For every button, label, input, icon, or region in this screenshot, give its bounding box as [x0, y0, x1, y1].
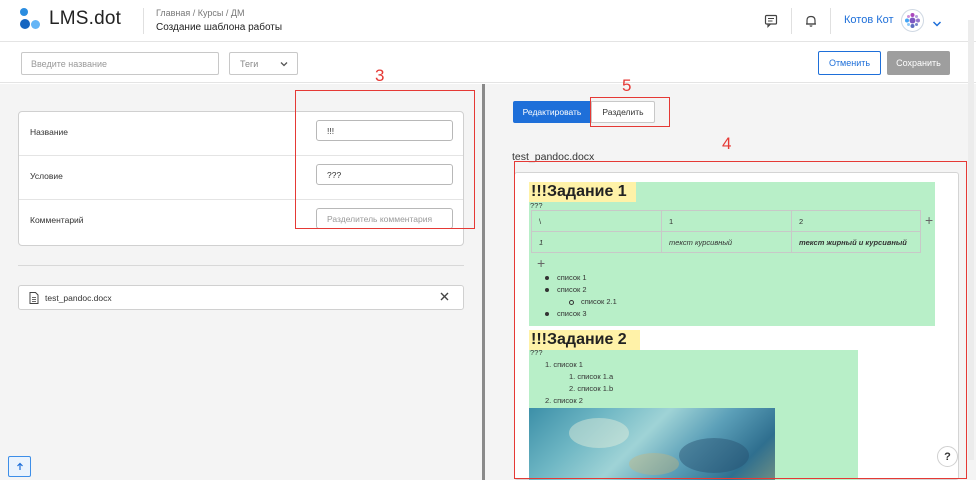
logo-text: LMS.dot — [49, 8, 122, 29]
page-title: Создание шаблона работы — [156, 22, 283, 33]
annotation-label-4: 4 — [722, 134, 732, 153]
remove-file-button[interactable] — [440, 290, 449, 304]
annotation-label-5: 5 — [622, 76, 632, 95]
header-separator — [830, 8, 831, 34]
top-header: LMS.dot Главная / Курсы / ДМ Создание ша… — [0, 0, 976, 42]
bell-icon — [806, 15, 816, 27]
app-logo[interactable]: LMS.dot — [20, 8, 121, 30]
page-scrollbar[interactable] — [968, 20, 974, 460]
comment-button[interactable] — [759, 9, 783, 33]
close-icon — [440, 292, 449, 301]
logo-icon — [20, 8, 42, 30]
header-separator — [791, 8, 792, 34]
annotation-box-3 — [295, 90, 475, 229]
file-icon — [29, 292, 39, 304]
message-square-icon — [764, 14, 778, 28]
breadcrumb[interactable]: Главная / Курсы / ДМ — [156, 8, 244, 18]
notifications-button[interactable] — [799, 9, 823, 33]
chevron-down-icon — [932, 21, 942, 27]
user-name[interactable]: Котов Кот — [844, 14, 894, 26]
annotation-box-4 — [514, 161, 967, 479]
field-label-condition: Условие — [30, 171, 63, 181]
avatar[interactable] — [901, 9, 924, 32]
edit-mode-button[interactable]: Редактировать — [513, 101, 591, 123]
scroll-top-button[interactable] — [8, 456, 31, 477]
annotation-box-5 — [590, 97, 670, 127]
file-name: test_pandoc.docx — [45, 293, 112, 303]
page: LMS.dot Главная / Курсы / ДМ Создание ша… — [0, 0, 976, 480]
save-button[interactable]: Сохранить — [887, 51, 950, 75]
tags-select[interactable]: Теги — [229, 52, 298, 75]
divider — [18, 265, 464, 266]
tags-select-label: Теги — [240, 58, 259, 69]
annotation-label-3: 3 — [375, 66, 385, 85]
template-name-input[interactable] — [21, 52, 219, 75]
header-divider — [143, 8, 144, 34]
arrow-up-icon — [16, 462, 23, 470]
field-label-comment: Комментарий — [30, 215, 84, 225]
field-label-title: Название — [30, 127, 68, 137]
user-menu-chevron[interactable] — [932, 15, 942, 33]
file-item[interactable]: test_pandoc.docx — [18, 285, 464, 310]
toolbar: Теги Отменить Сохранить — [0, 43, 976, 83]
avatar-icon — [905, 13, 920, 28]
chevron-down-icon — [280, 61, 288, 66]
cancel-button[interactable]: Отменить — [818, 51, 881, 75]
